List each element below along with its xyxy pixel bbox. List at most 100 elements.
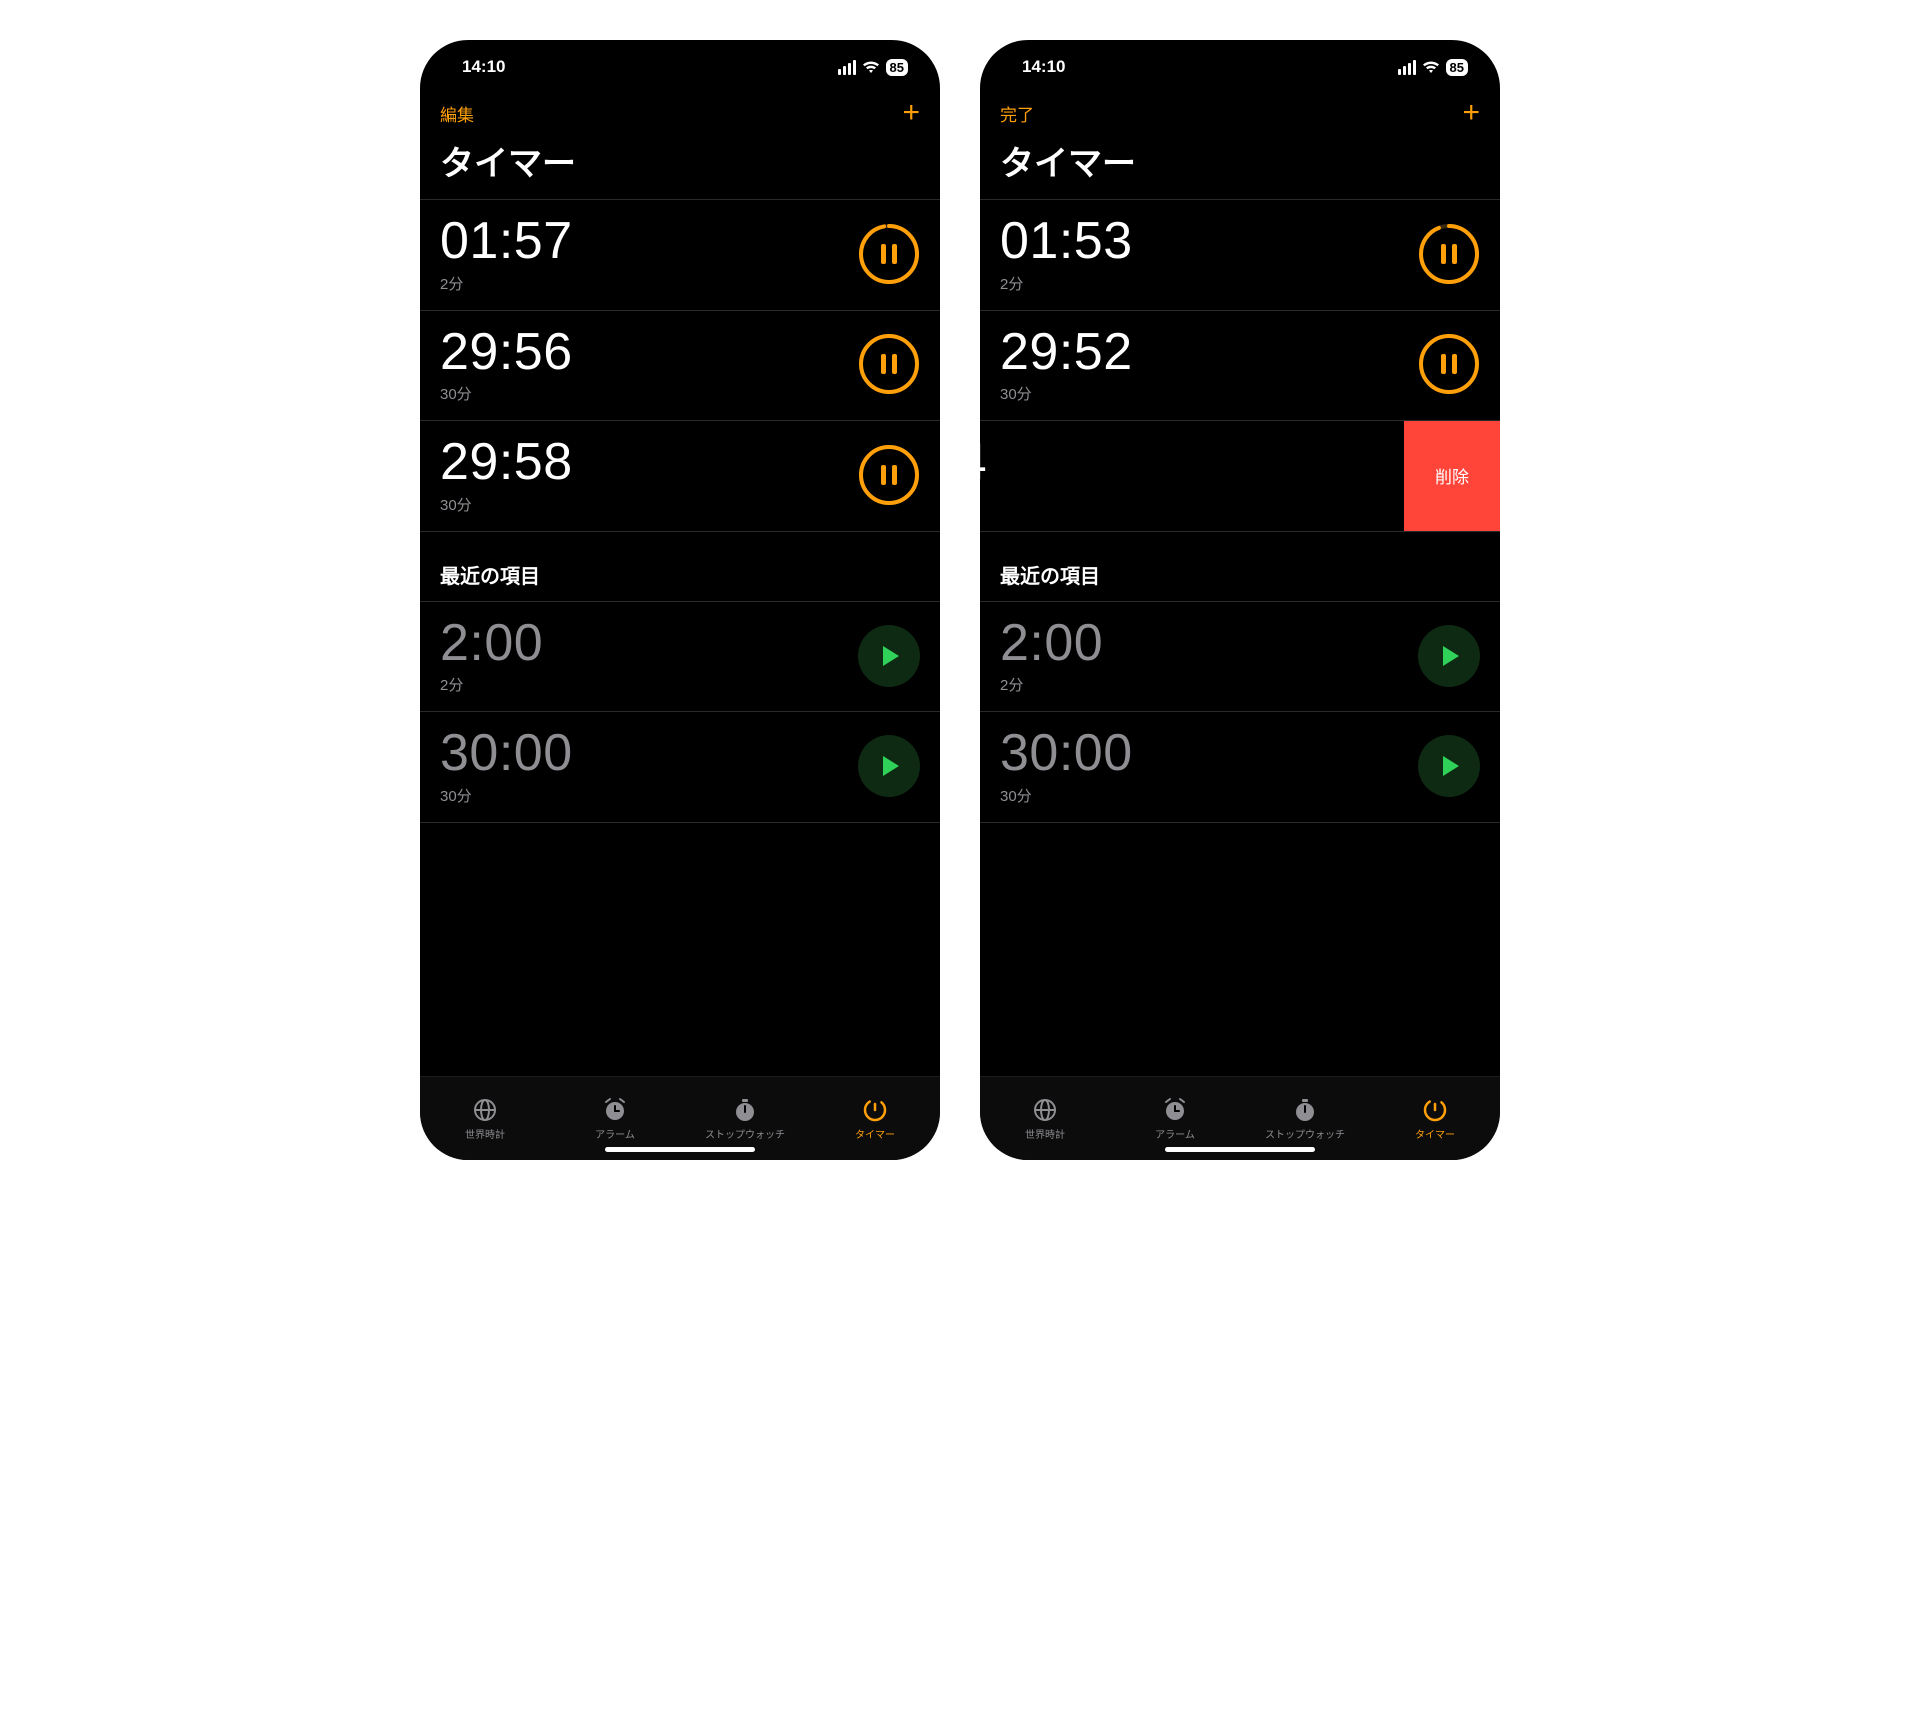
tab-globe[interactable]: 世界時計	[980, 1077, 1110, 1160]
nav-left-button[interactable]: 編集	[440, 101, 474, 126]
timer-text: 01:57 2分	[440, 214, 573, 294]
status-time: 14:10	[1022, 57, 1065, 77]
recent-header: 最近の項目	[980, 532, 1500, 601]
battery-badge: 85	[886, 59, 908, 76]
timer-duration-label: 2分	[440, 273, 573, 294]
start-button[interactable]	[858, 625, 920, 687]
timer-text: 29:56 30分	[440, 325, 573, 405]
play-icon	[883, 756, 899, 776]
tab-timer[interactable]: タイマー	[810, 1077, 940, 1160]
tab-label: アラーム	[1155, 1126, 1195, 1141]
running-timer-row[interactable]: 29:52 30分	[980, 311, 1500, 421]
pause-button[interactable]	[858, 333, 920, 395]
page-title: タイマー	[420, 134, 940, 199]
tab-label: ストップウォッチ	[1265, 1126, 1345, 1141]
timer-duration-label: 30分	[440, 383, 573, 404]
timer-remaining: 9:54	[980, 435, 987, 490]
nav-bar: 編集 +	[420, 94, 940, 134]
timer-remaining: 01:53	[1000, 214, 1133, 269]
timer-icon	[862, 1097, 888, 1123]
nav-left-button[interactable]: 完了	[1000, 101, 1034, 126]
timer-preset-time: 30:00	[440, 726, 573, 781]
start-button[interactable]	[1418, 625, 1480, 687]
status-time: 14:10	[462, 57, 505, 77]
tab-label: 世界時計	[465, 1126, 505, 1141]
timer-text: 01:53 2分	[1000, 214, 1133, 294]
pause-button[interactable]	[1418, 333, 1480, 395]
timer-remaining: 29:52	[1000, 325, 1133, 380]
running-timer-row[interactable]: 29:58 30分	[420, 421, 940, 531]
running-timer-row[interactable]: 29:56 30分	[420, 311, 940, 421]
status-indicators: 85	[838, 59, 908, 76]
pause-button[interactable]	[1418, 223, 1480, 285]
timer-text: 9:54 30分	[980, 435, 987, 515]
delete-button[interactable]: 削除	[1404, 421, 1500, 531]
timer-remaining: 01:57	[440, 214, 573, 269]
phone-screen-right: 14:10 85 完了 + タイマー 01:53 2分 29:52 30分	[980, 40, 1500, 1160]
timer-preset-time: 2:00	[1000, 616, 1103, 671]
wifi-icon	[1422, 60, 1440, 74]
timer-duration-label: 30分	[980, 494, 987, 515]
recent-timer-row[interactable]: 30:00 30分	[980, 712, 1500, 822]
recent-timer-row[interactable]: 2:00 2分	[420, 602, 940, 712]
timer-list: 01:57 2分 29:56 30分 29:58 30分	[420, 199, 940, 1076]
tab-globe[interactable]: 世界時計	[420, 1077, 550, 1160]
pause-button[interactable]	[858, 444, 920, 506]
timer-preset-time: 2:00	[440, 616, 543, 671]
timer-duration-label: 30分	[1000, 785, 1133, 806]
tab-label: 世界時計	[1025, 1126, 1065, 1141]
globe-icon	[472, 1097, 498, 1123]
alarm-icon	[602, 1097, 628, 1123]
pause-button[interactable]	[858, 223, 920, 285]
play-icon	[883, 646, 899, 666]
cellular-signal-icon	[838, 60, 856, 75]
tab-label: ストップウォッチ	[705, 1126, 785, 1141]
battery-badge: 85	[1446, 59, 1468, 76]
home-indicator[interactable]	[1165, 1147, 1315, 1152]
globe-icon	[1032, 1097, 1058, 1123]
timer-duration-label: 30分	[440, 785, 573, 806]
page-title: タイマー	[980, 134, 1500, 199]
tab-timer[interactable]: タイマー	[1370, 1077, 1500, 1160]
status-bar: 14:10 85	[980, 40, 1500, 94]
status-bar: 14:10 85	[420, 40, 940, 94]
alarm-icon	[1162, 1097, 1188, 1123]
timer-text: 29:58 30分	[440, 435, 573, 515]
wifi-icon	[862, 60, 880, 74]
timer-text: 29:52 30分	[1000, 325, 1133, 405]
timer-duration-label: 2分	[1000, 674, 1103, 695]
timer-icon	[1422, 1097, 1448, 1123]
timer-remaining: 29:58	[440, 435, 573, 490]
nav-bar: 完了 +	[980, 94, 1500, 134]
tab-label: アラーム	[595, 1126, 635, 1141]
home-indicator[interactable]	[605, 1147, 755, 1152]
recent-timer-row[interactable]: 30:00 30分	[420, 712, 940, 822]
timer-text: 30:00 30分	[440, 726, 573, 806]
timer-duration-label: 30分	[440, 494, 573, 515]
stopwatch-icon	[1292, 1097, 1318, 1123]
timer-duration-label: 2分	[440, 674, 543, 695]
start-button[interactable]	[1418, 735, 1480, 797]
play-icon	[1443, 756, 1459, 776]
timer-duration-label: 30分	[1000, 383, 1133, 404]
timer-duration-label: 2分	[1000, 273, 1133, 294]
timer-text: 2:00 2分	[440, 616, 543, 696]
add-button[interactable]: +	[902, 98, 920, 128]
timer-text: 30:00 30分	[1000, 726, 1133, 806]
add-button[interactable]: +	[1462, 98, 1480, 128]
start-button[interactable]	[858, 735, 920, 797]
cellular-signal-icon	[1398, 60, 1416, 75]
running-timer-row[interactable]: 01:57 2分	[420, 200, 940, 310]
timer-preset-time: 30:00	[1000, 726, 1133, 781]
timer-remaining: 29:56	[440, 325, 573, 380]
tab-label: タイマー	[855, 1126, 895, 1141]
running-timer-row[interactable]: 9:54 30分 削除	[980, 421, 1500, 531]
phone-screen-left: 14:10 85 編集 + タイマー 01:57 2分 29:56 30分	[420, 40, 940, 1160]
recent-timer-row[interactable]: 2:00 2分	[980, 602, 1500, 712]
tab-label: タイマー	[1415, 1126, 1455, 1141]
running-timer-row[interactable]: 01:53 2分	[980, 200, 1500, 310]
timer-text: 2:00 2分	[1000, 616, 1103, 696]
stopwatch-icon	[732, 1097, 758, 1123]
status-indicators: 85	[1398, 59, 1468, 76]
timer-list: 01:53 2分 29:52 30分 9:54 30分 削除最近の項目	[980, 199, 1500, 1076]
